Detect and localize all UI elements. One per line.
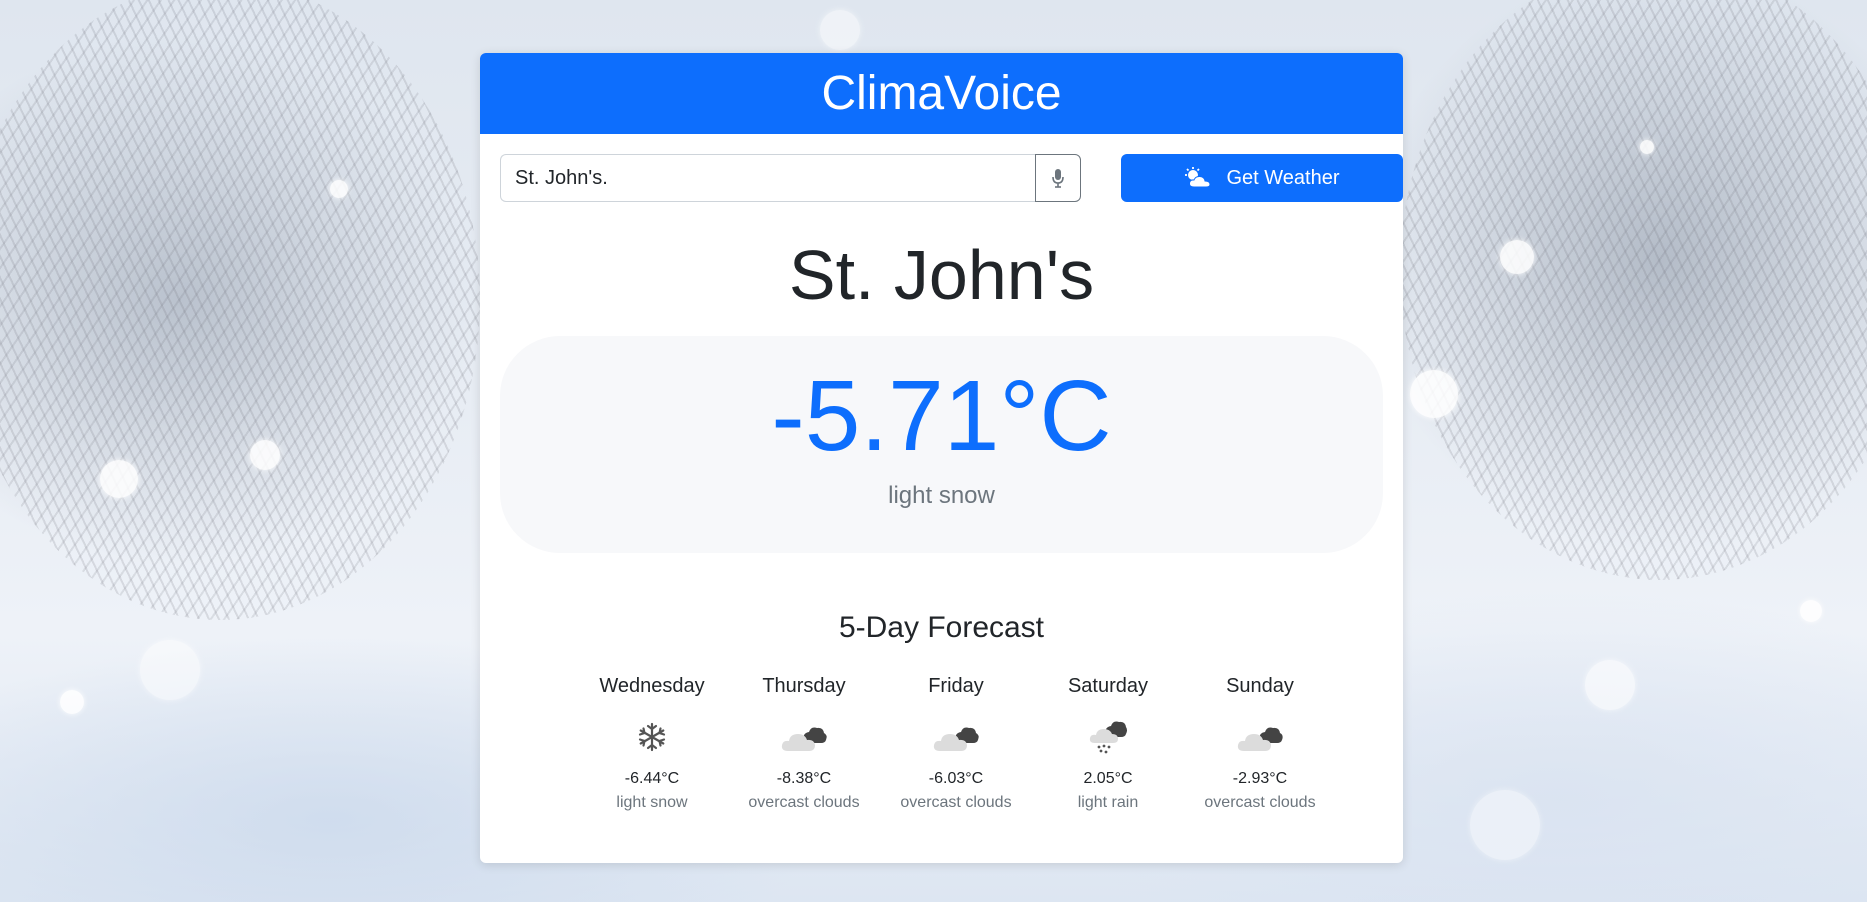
- forecast-desc: overcast clouds: [748, 794, 860, 811]
- forecast-temp: -8.38°C: [776, 770, 832, 787]
- snowflake: [1800, 600, 1822, 622]
- snowflake: [1585, 660, 1635, 710]
- forecast-day: Wednesday -6.44°C light snow: [576, 675, 728, 812]
- app-title: ClimaVoice: [821, 67, 1062, 120]
- snowflake: [330, 180, 348, 198]
- forecast-title: 5-Day Forecast: [838, 611, 1045, 644]
- snowflake: [140, 640, 200, 700]
- current-temperature: -5.71°C: [771, 360, 1112, 472]
- forecast-day: Sunday -2.93°C overcast clouds: [1184, 675, 1336, 812]
- city-search-input[interactable]: [500, 154, 1035, 202]
- forecast-desc: light snow: [616, 794, 688, 811]
- cloud-sun-icon: [1185, 167, 1211, 188]
- forecast-day-name: Saturday: [1067, 675, 1149, 697]
- forecast-day-name: Thursday: [762, 675, 846, 697]
- snowflake: [100, 460, 138, 498]
- snowflake: [1470, 790, 1540, 860]
- microphone-icon: [1052, 169, 1064, 188]
- forecast-day-name: Sunday: [1226, 675, 1294, 697]
- overcast-clouds-icon: [932, 719, 980, 755]
- light-rain-icon: [1084, 719, 1132, 755]
- snowflake: [1640, 140, 1654, 154]
- overcast-clouds-icon: [1236, 719, 1284, 755]
- current-description: light snow: [888, 482, 995, 509]
- search-group: [500, 154, 1081, 202]
- weather-card: ClimaVoice St. John's. Get Weather St. J…: [480, 53, 1403, 863]
- snowflake: [1500, 240, 1534, 274]
- overcast-clouds-icon: [780, 719, 828, 755]
- get-weather-button[interactable]: Get Weather: [1121, 154, 1403, 202]
- get-weather-label: Get Weather: [1226, 166, 1340, 189]
- app-header: ClimaVoice: [480, 53, 1403, 134]
- forecast-day-name: Wednesday: [599, 675, 705, 697]
- snowflake: [820, 10, 860, 50]
- forecast-day: Thursday -8.38°C overcast clouds: [728, 675, 880, 812]
- forecast-day: Saturday 2.05°C light rain: [1032, 675, 1184, 812]
- snowflake: [60, 690, 84, 714]
- city-name: St. John's: [788, 236, 1095, 314]
- forecast-day-name: Friday: [928, 675, 984, 697]
- forecast-row: Wednesday -6.44°C light snow Thursday -8…: [576, 675, 1336, 825]
- snowy-trees-right: [1400, 0, 1867, 580]
- forecast-desc: overcast clouds: [900, 794, 1012, 811]
- forecast-day: Friday -6.03°C overcast clouds: [880, 675, 1032, 812]
- search-row: Get Weather: [500, 154, 1403, 202]
- forecast-temp: 2.05°C: [1083, 770, 1133, 787]
- snowflake: [1410, 370, 1458, 418]
- forecast-temp: -6.44°C: [624, 770, 680, 787]
- current-weather-panel: -5.71°C light snow: [500, 336, 1383, 553]
- forecast-temp: -6.03°C: [928, 770, 984, 787]
- forecast-desc: light rain: [1077, 794, 1139, 811]
- forecast-temp: -2.93°C: [1232, 770, 1288, 787]
- voice-input-button[interactable]: [1035, 154, 1081, 202]
- snowflake-icon: [628, 719, 676, 755]
- snowy-trees-left: [0, 0, 480, 620]
- forecast-desc: overcast clouds: [1204, 794, 1316, 811]
- snowflake: [250, 440, 280, 470]
